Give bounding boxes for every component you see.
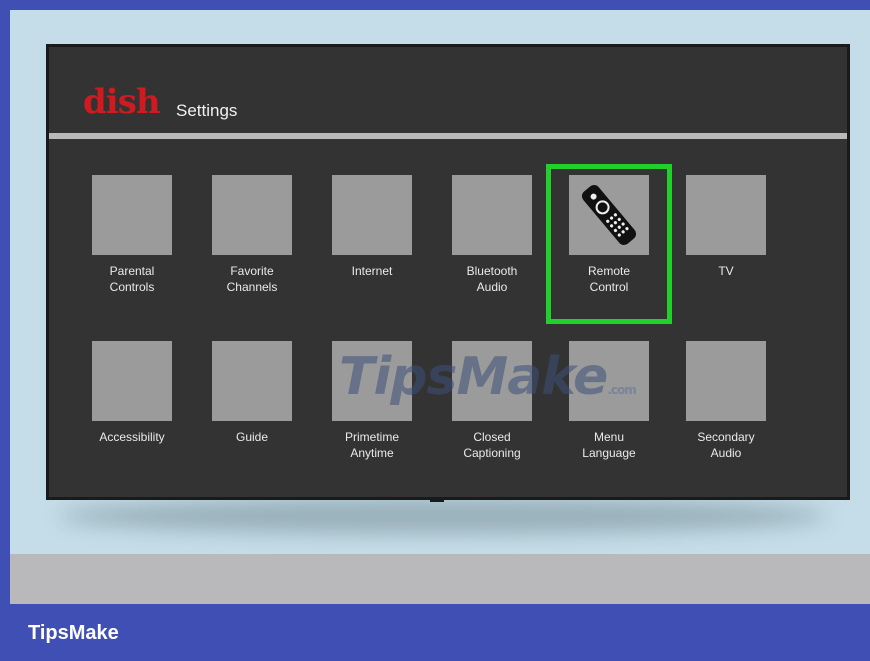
- tile-bluetooth-audio[interactable]: Bluetooth Audio: [432, 175, 552, 325]
- tv-stand: [430, 498, 444, 502]
- tv-shadow: [58, 498, 828, 534]
- secondary-audio-icon: [686, 341, 766, 421]
- primetime-anytime-icon: [332, 341, 412, 421]
- tv-icon: [686, 175, 766, 255]
- header-divider: [49, 133, 847, 139]
- tile-closed-captioning[interactable]: Closed Captioning: [432, 341, 552, 491]
- tile-primetime-anytime[interactable]: Primetime Anytime: [312, 341, 432, 491]
- tile-secondary-audio[interactable]: Secondary Audio: [666, 341, 786, 491]
- tile-label: Internet: [351, 264, 393, 278]
- settings-header: dish Settings: [49, 47, 847, 129]
- frame-top-border: [0, 0, 870, 10]
- tv-screen: dish Settings Parental Controls Favorite…: [46, 44, 850, 500]
- footer-brand: TipsMake: [28, 622, 119, 644]
- tile-internet[interactable]: Internet: [312, 175, 432, 325]
- menu-language-icon: [569, 341, 649, 421]
- tile-favorite-channels[interactable]: Favorite Channels: [192, 175, 312, 325]
- dish-logo: dish: [83, 82, 161, 122]
- floor: [10, 554, 870, 604]
- tile-parental-controls[interactable]: Parental Controls: [72, 175, 192, 325]
- footer-bar: TipsMake: [0, 604, 870, 661]
- accessibility-icon: [92, 341, 172, 421]
- tile-label: Accessibility: [99, 430, 165, 444]
- tile-guide[interactable]: Guide: [192, 341, 312, 491]
- tile-label: TV: [718, 264, 734, 278]
- tile-label: Parental Controls: [109, 264, 155, 294]
- tile-label: Favorite Channels: [226, 264, 278, 294]
- guide-icon: [212, 341, 292, 421]
- internet-icon: [332, 175, 412, 255]
- tile-label: Primetime Anytime: [344, 430, 399, 460]
- tile-tv[interactable]: TV: [666, 175, 786, 325]
- closed-captioning-icon: [452, 341, 532, 421]
- bluetooth-audio-icon: [452, 175, 532, 255]
- tile-label: Closed Captioning: [463, 430, 521, 460]
- selection-highlight: [546, 164, 672, 324]
- tile-label: Bluetooth Audio: [466, 264, 518, 294]
- favorite-channels-icon: [212, 175, 292, 255]
- tile-label: Menu Language: [582, 430, 636, 460]
- frame-left-border: [0, 0, 10, 604]
- tile-label: Secondary Audio: [697, 430, 755, 460]
- page-title: Settings: [176, 101, 238, 120]
- tile-label: Guide: [235, 430, 269, 444]
- tile-accessibility[interactable]: Accessibility: [72, 341, 192, 491]
- tile-menu-language[interactable]: Menu Language: [549, 341, 669, 491]
- parental-controls-icon: [92, 175, 172, 255]
